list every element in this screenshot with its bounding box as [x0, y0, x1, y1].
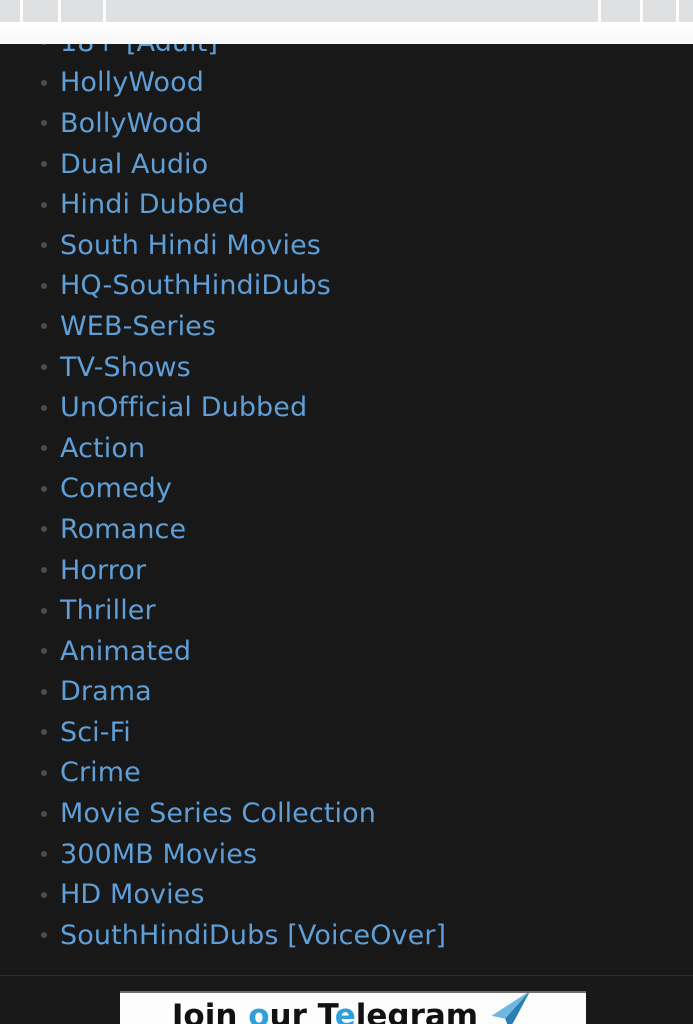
list-item[interactable]: HD Movies — [0, 874, 693, 915]
bullet-icon — [41, 526, 47, 533]
banner-text-segment: legram — [355, 997, 479, 1024]
telegram-join-banner[interactable]: Join our Telegram — [120, 991, 586, 1024]
bullet-icon — [41, 120, 47, 127]
category-link[interactable]: BollyWood — [60, 110, 202, 137]
telegram-banner-inner: Join our Telegram — [120, 993, 586, 1024]
bullet-icon — [41, 932, 47, 939]
bullet-icon — [41, 364, 47, 371]
list-item[interactable]: Sci-Fi — [0, 712, 693, 753]
category-link[interactable]: HollyWood — [60, 69, 204, 96]
bullet-icon — [41, 567, 47, 574]
bullet-icon — [41, 688, 47, 695]
category-link[interactable]: Romance — [60, 516, 186, 543]
toolbar-separator — [103, 0, 106, 22]
bullet-icon — [41, 44, 47, 46]
category-link[interactable]: 300MB Movies — [60, 841, 257, 868]
bullet-icon — [41, 891, 47, 898]
list-item[interactable]: 300MB Movies — [0, 834, 693, 875]
list-item[interactable]: Dual Audio — [0, 144, 693, 185]
list-item[interactable]: TV-Shows — [0, 347, 693, 388]
banner-text-segment: ur T — [269, 997, 335, 1024]
category-link[interactable]: Animated — [60, 638, 191, 665]
toolbar-separator — [676, 0, 679, 22]
list-item[interactable]: Action — [0, 428, 693, 469]
category-link[interactable]: Hindi Dubbed — [60, 191, 245, 218]
toolbar-separator — [20, 0, 23, 22]
bullet-icon — [41, 445, 47, 452]
category-link[interactable]: Drama — [60, 678, 152, 705]
bullet-icon — [41, 729, 47, 736]
list-item[interactable]: Animated — [0, 631, 693, 672]
bullet-icon — [41, 242, 47, 249]
category-link[interactable]: South Hindi Movies — [60, 232, 321, 259]
list-item[interactable]: Romance — [0, 509, 693, 550]
telegram-banner-text: Join our Telegram — [171, 997, 479, 1024]
category-link[interactable]: TV-Shows — [60, 354, 191, 381]
list-item[interactable]: South Hindi Movies — [0, 225, 693, 266]
list-item[interactable]: Crime — [0, 753, 693, 794]
list-item[interactable]: UnOfficial Dubbed — [0, 387, 693, 428]
bullet-icon — [41, 851, 47, 858]
bullet-icon — [41, 769, 47, 776]
bullet-icon — [41, 161, 47, 168]
list-item[interactable]: 18+ [Adult] — [0, 44, 693, 63]
category-link[interactable]: Thriller — [60, 597, 156, 624]
category-link[interactable]: Horror — [60, 557, 146, 584]
bullet-icon — [41, 79, 47, 86]
list-item[interactable]: WEB-Series — [0, 306, 693, 347]
list-item[interactable]: Comedy — [0, 469, 693, 510]
telegram-paper-plane-icon — [491, 993, 530, 1024]
bullet-icon — [41, 201, 47, 208]
bullet-icon — [41, 648, 47, 655]
banner-text-accent: e — [334, 997, 356, 1024]
category-link[interactable]: Sci-Fi — [60, 719, 131, 746]
category-link[interactable]: HQ-SouthHindiDubs — [60, 272, 331, 299]
toolbar-separator — [58, 0, 61, 22]
category-link[interactable]: Movie Series Collection — [60, 800, 376, 827]
list-item[interactable]: Movie Series Collection — [0, 793, 693, 834]
bullet-icon — [41, 485, 47, 492]
banner-text-segment: Join — [171, 997, 249, 1024]
toolbar-separator — [598, 0, 601, 22]
page-content: 18+ [Adult] HollyWood BollyWood Dual Audio H… — [0, 44, 693, 1024]
banner-text-accent: o — [248, 997, 270, 1024]
list-item[interactable]: SouthHindiDubs [VoiceOver] — [0, 915, 693, 956]
bullet-icon — [41, 323, 47, 330]
list-item[interactable]: HQ-SouthHindiDubs — [0, 266, 693, 307]
category-link[interactable]: WEB-Series — [60, 313, 216, 340]
category-link[interactable]: HD Movies — [60, 881, 205, 908]
browser-toolbar-strip — [0, 22, 693, 44]
category-link[interactable]: UnOfficial Dubbed — [60, 394, 307, 421]
list-item[interactable]: Horror — [0, 550, 693, 591]
browser-toolbar[interactable] — [0, 0, 693, 22]
browser-chrome — [0, 0, 693, 44]
category-link[interactable]: SouthHindiDubs [VoiceOver] — [60, 922, 446, 949]
category-link[interactable]: Action — [60, 435, 145, 462]
category-link[interactable]: Comedy — [60, 475, 172, 502]
list-item[interactable]: HollyWood — [0, 63, 693, 104]
list-item[interactable]: Thriller — [0, 590, 693, 631]
bullet-icon — [41, 810, 47, 817]
list-item[interactable]: BollyWood — [0, 103, 693, 144]
toolbar-separator — [640, 0, 643, 22]
category-link[interactable]: 18+ [Adult] — [60, 44, 218, 56]
footer-divider — [0, 975, 693, 976]
category-list: 18+ [Adult] HollyWood BollyWood Dual Audio H… — [0, 44, 693, 956]
category-link[interactable]: Dual Audio — [60, 151, 208, 178]
bullet-icon — [41, 607, 47, 614]
category-link[interactable]: Crime — [60, 759, 141, 786]
bullet-icon — [41, 404, 47, 411]
list-item[interactable]: Drama — [0, 672, 693, 713]
list-item[interactable]: Hindi Dubbed — [0, 184, 693, 225]
bullet-icon — [41, 282, 47, 289]
